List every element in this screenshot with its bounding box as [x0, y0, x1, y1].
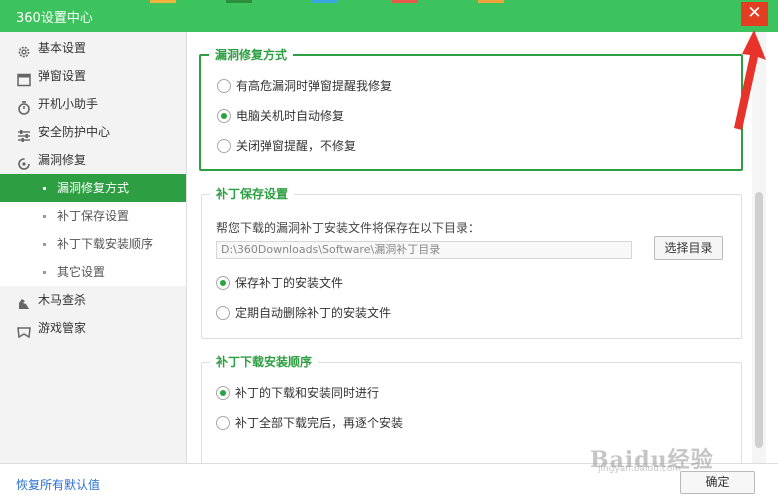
- window-title: 360设置中心: [16, 11, 93, 26]
- radio-button[interactable]: [217, 109, 231, 123]
- title-bar-decoration: [478, 0, 504, 3]
- baidu-watermark: Baidu经验 jingyan.baidu.com: [590, 442, 714, 474]
- sidebar-subitem-other-settings[interactable]: 其它设置: [0, 258, 186, 286]
- sidebar-item-popup-settings[interactable]: 弹窗设置: [0, 62, 186, 90]
- radio-label: 补丁的下载和安装同时进行: [235, 386, 380, 400]
- sidebar-subitem-label: 补丁下载安装顺序: [57, 237, 154, 251]
- bullet-icon: [43, 243, 46, 246]
- settings-content: 漏洞修复方式 有高危漏洞时弹窗提醒我修复 电脑关机时自动修复 关闭弹窗提醒，不修…: [187, 32, 752, 463]
- sidebar: 基本设置 弹窗设置 开机小助手 安全防护中心 漏洞修复 漏洞修复方式 补丁保存设…: [0, 32, 187, 463]
- window-icon: [17, 69, 31, 87]
- bullet-icon: [43, 271, 46, 274]
- sidebar-item-label: 木马查杀: [38, 293, 87, 307]
- radio-label: 关闭弹窗提醒，不修复: [236, 139, 357, 153]
- sidebar-subitem-label: 补丁保存设置: [57, 209, 130, 223]
- sidebar-item-basic-settings[interactable]: 基本设置: [0, 34, 186, 62]
- section-repair-method: 漏洞修复方式 有高危漏洞时弹窗提醒我修复 电脑关机时自动修复 关闭弹窗提醒，不修…: [199, 47, 743, 171]
- patch-save-description: 帮您下载的漏洞补丁安装文件将保存在以下目录：: [216, 221, 481, 235]
- sliders-icon: [17, 125, 31, 142]
- sidebar-item-game-manager[interactable]: 游戏管家: [0, 314, 186, 342]
- radio-button[interactable]: [217, 79, 231, 93]
- radio-button[interactable]: [217, 139, 231, 153]
- sidebar-item-label: 开机小助手: [38, 97, 99, 111]
- gamepad-icon: [17, 321, 31, 339]
- scrollbar-thumb[interactable]: [755, 192, 763, 448]
- sidebar-subitem-repair-method[interactable]: 漏洞修复方式: [0, 174, 186, 202]
- sidebar-subitem-label: 漏洞修复方式: [57, 181, 130, 195]
- stopwatch-icon: [17, 97, 31, 115]
- sidebar-item-label: 安全防护中心: [38, 125, 111, 139]
- watermark-url: jingyan.baidu.com: [598, 464, 682, 474]
- gear-icon: [17, 41, 31, 58]
- sidebar-item-trojan-scan[interactable]: 木马查杀: [0, 286, 186, 314]
- sidebar-item-security-center[interactable]: 安全防护中心: [0, 118, 186, 146]
- radio-label: 电脑关机时自动修复: [236, 109, 345, 123]
- sidebar-item-vulnerability-repair[interactable]: 漏洞修复: [0, 146, 186, 174]
- patch-path-field[interactable]: D:\360Downloads\Software\漏洞补丁目录: [216, 241, 632, 259]
- section-title: 补丁下载安装顺序: [210, 354, 319, 370]
- sidebar-item-label: 漏洞修复: [38, 153, 87, 167]
- sidebar-item-label: 弹窗设置: [38, 69, 87, 83]
- radio-label: 补丁全部下载完后，再逐个安装: [235, 416, 404, 430]
- sidebar-item-boot-assistant[interactable]: 开机小助手: [0, 90, 186, 118]
- sidebar-item-label: 基本设置: [38, 41, 87, 55]
- radio-label: 保存补丁的安装文件: [235, 276, 344, 290]
- sidebar-item-label: 游戏管家: [38, 321, 87, 335]
- sidebar-subitem-patch-save[interactable]: 补丁保存设置: [0, 202, 186, 230]
- section-title: 漏洞修复方式: [209, 47, 294, 63]
- close-icon: ✕: [747, 3, 762, 23]
- ok-button[interactable]: 确定: [680, 471, 755, 494]
- bullet-icon: [43, 187, 46, 190]
- refresh-icon: [17, 153, 31, 170]
- annotation-arrow-icon: [734, 30, 766, 130]
- trojan-icon: [17, 293, 31, 309]
- radio-button[interactable]: [216, 306, 230, 320]
- radio-label: 定期自动删除补丁的安装文件: [235, 306, 392, 320]
- title-bar: 360设置中心 ✕: [0, 0, 778, 32]
- radio-button[interactable]: [216, 276, 230, 290]
- section-title: 补丁保存设置: [210, 186, 295, 202]
- bullet-icon: [43, 215, 46, 218]
- section-patch-save: 补丁保存设置 帮您下载的漏洞补丁安装文件将保存在以下目录： D:\360Down…: [201, 186, 742, 339]
- close-button[interactable]: ✕: [741, 2, 768, 26]
- sidebar-subitem-label: 其它设置: [57, 265, 106, 279]
- title-bar-decoration: [226, 0, 252, 3]
- radio-label: 有高危漏洞时弹窗提醒我修复: [236, 79, 393, 93]
- choose-directory-button[interactable]: 选择目录: [654, 236, 723, 260]
- restore-defaults-link[interactable]: 恢复所有默认值: [16, 476, 100, 493]
- sidebar-subitem-install-order[interactable]: 补丁下载安装顺序: [0, 230, 186, 258]
- title-bar-decoration: [312, 0, 338, 3]
- radio-button[interactable]: [216, 416, 230, 430]
- title-bar-decoration: [392, 0, 418, 3]
- radio-button[interactable]: [216, 386, 230, 400]
- title-bar-decoration: [150, 0, 176, 3]
